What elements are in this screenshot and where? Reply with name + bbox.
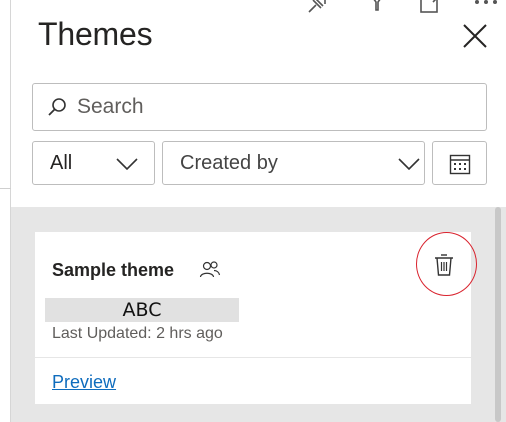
more-icon[interactable] [471, 0, 505, 19]
delete-theme-button[interactable] [432, 252, 456, 278]
trash-icon [435, 254, 453, 276]
theme-type-value: All [50, 152, 73, 174]
last-updated-text: Last Updated: 2 hrs ago [52, 325, 223, 342]
card-divider [35, 357, 471, 358]
filter-icon[interactable] [367, 0, 387, 19]
theme-name: Sample theme [52, 260, 175, 280]
shared-users-icon [199, 260, 221, 285]
theme-card[interactable]: Sample theme ABC Last Updated: 2 hrs ago… [35, 232, 477, 404]
edge-divider [0, 188, 11, 189]
search-icon [47, 97, 67, 122]
theme-list-scrollbar[interactable] [495, 207, 501, 422]
created-by-dropdown[interactable]: Created by [162, 141, 425, 185]
close-button[interactable] [461, 22, 489, 50]
close-icon [463, 24, 487, 48]
pin-icon[interactable] [303, 0, 329, 19]
theme-type-dropdown[interactable]: All [32, 141, 155, 185]
date-filter-button[interactable] [432, 141, 487, 185]
preview-link[interactable]: Preview [52, 372, 116, 393]
calendar-icon [449, 154, 471, 175]
pane-title: Themes [38, 16, 153, 52]
expand-icon[interactable] [419, 0, 447, 19]
search-box[interactable] [32, 83, 487, 131]
search-input[interactable] [77, 92, 477, 122]
pane-header-toolbar [11, 0, 506, 14]
chevron-down-icon [398, 157, 420, 175]
background-report-edge [0, 0, 11, 422]
themes-pane: Themes All Created by Sample th [11, 0, 506, 422]
chevron-down-icon [116, 157, 138, 175]
theme-preview-swatch: ABC [45, 298, 239, 322]
created-by-value: Created by [180, 152, 278, 174]
